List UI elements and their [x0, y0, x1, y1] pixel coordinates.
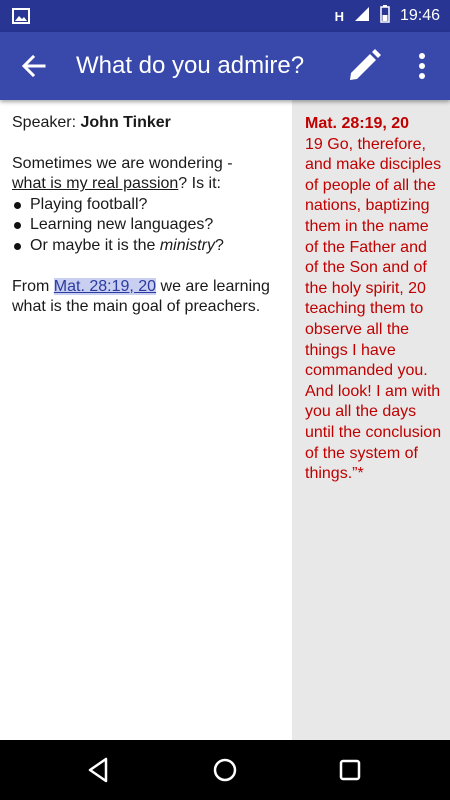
- speaker-label: Speaker:: [12, 114, 77, 131]
- more-vert-icon[interactable]: [410, 50, 434, 82]
- nav-home-icon[interactable]: [209, 754, 241, 786]
- list-item-suffix: ?: [214, 236, 224, 254]
- list-item: Or maybe it is the ministry?: [12, 236, 280, 257]
- note-content: Speaker: John Tinker Sometimes we are wo…: [0, 100, 450, 740]
- battery-icon: [380, 4, 390, 28]
- status-indicators: H 19:46: [335, 0, 440, 32]
- speaker-name: John Tinker: [80, 114, 171, 131]
- verse-text: 19 Go, therefore, and make disciples of …: [305, 135, 442, 483]
- arrow-back-icon[interactable]: [20, 52, 48, 80]
- status-bar: H 19:46: [0, 0, 450, 32]
- speaker-line: Speaker: John Tinker: [12, 113, 280, 134]
- list-item-text: Or maybe it is the: [30, 236, 156, 254]
- gallery-notification-icon: [12, 8, 30, 29]
- verse-reference: Mat. 28:19, 20: [305, 115, 410, 132]
- note-body: Speaker: John Tinker Sometimes we are wo…: [0, 100, 292, 740]
- nav-back-icon[interactable]: [84, 754, 116, 786]
- status-clock: 19:46: [399, 7, 440, 24]
- reference-paragraph: From Mat. 28:19, 20 we are learning what…: [12, 277, 280, 318]
- intro-text: Sometimes we are wondering -: [12, 154, 233, 172]
- list-item: Learning new languages?: [12, 215, 280, 236]
- verse-panel[interactable]: Mat. 28:19, 20 19 Go, therefore, and mak…: [292, 100, 450, 740]
- app-bar: What do you admire?: [0, 32, 450, 100]
- network-type-label: H: [334, 8, 344, 24]
- from-prefix: From: [12, 277, 50, 295]
- emphasis-word: ministry: [159, 236, 215, 254]
- scripture-reference-link[interactable]: Mat. 28:19, 20: [53, 277, 157, 295]
- page-title: What do you admire?: [76, 52, 305, 79]
- question-rest: ? Is it:: [178, 175, 221, 193]
- question-underlined: what is my real passion: [12, 175, 179, 193]
- list-item: Playing football?: [12, 195, 280, 216]
- pencil-icon[interactable]: [346, 48, 382, 84]
- signal-icon: [354, 6, 370, 27]
- navigation-bar: [0, 740, 450, 800]
- nav-recents-icon[interactable]: [334, 754, 366, 786]
- question-line: what is my real passion? Is it:: [12, 174, 280, 195]
- bullet-list: Playing football? Learning new languages…: [12, 195, 280, 257]
